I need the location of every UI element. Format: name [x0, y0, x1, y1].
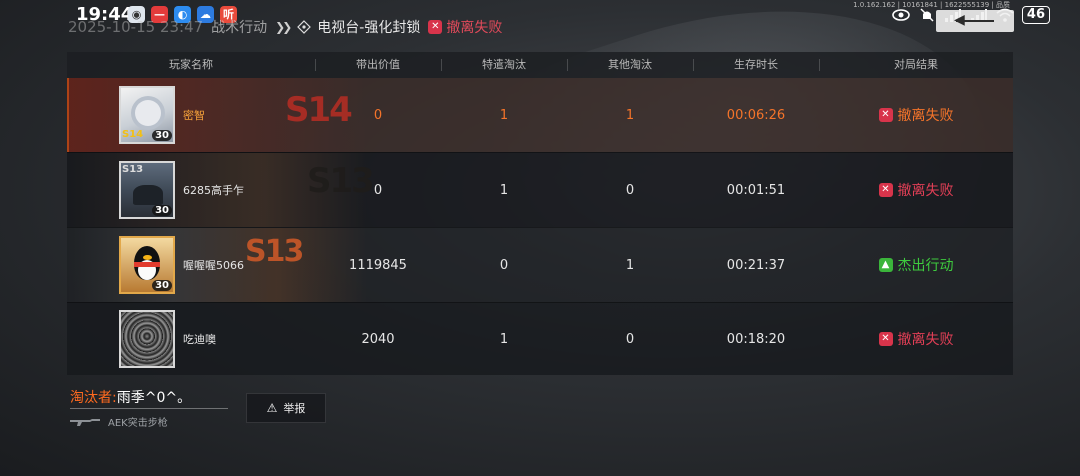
player-cell: 吃迪噢 [67, 303, 315, 375]
special-kills: 1 [499, 331, 509, 347]
result-text: 撤离失败 [897, 108, 954, 124]
header-survival-time: 生存时长 [693, 52, 819, 78]
header-player-name: 玩家名称 [169, 58, 213, 71]
other-kills: 1 [625, 257, 635, 273]
chevron-right-icon: ❯❯ [275, 20, 292, 34]
level-badge: 30 [152, 130, 172, 141]
result-text: 杰出行动 [897, 258, 954, 274]
success-icon: ▲ [878, 258, 893, 272]
result-text: 撤离失败 [897, 332, 954, 348]
player-cell: S13 30 6285高手乍 [67, 153, 315, 227]
other-kills: 1 [625, 107, 635, 123]
special-kills: 1 [499, 182, 509, 198]
player-name: 喔喔喔5066 [183, 259, 244, 272]
breadcrumb: 2025-10-15 23:47 战术行动 ❯❯ 电视台-强化封锁 ✕ 撤离失败 [68, 16, 502, 38]
report-button[interactable]: ⚠ 举报 [246, 393, 326, 423]
match-mode: 战术行动 [211, 20, 268, 36]
table-header: 玩家名称 带出价值 特遣淘汰 其他淘汰 生存时长 对局结果 [67, 52, 1013, 78]
extracted-value: 0 [373, 107, 383, 123]
extracted-value: 1119845 [349, 257, 407, 273]
other-kills: 0 [625, 331, 635, 347]
level-badge: 30 [152, 280, 172, 291]
player-name: 吃迪噢 [183, 333, 216, 346]
survival-time: 00:18:20 [726, 331, 786, 347]
fail-icon: ✕ [878, 183, 893, 197]
killer-info: 淘汰者:雨季^0^。 [70, 387, 191, 407]
avatar[interactable]: 30 [119, 236, 175, 294]
report-label: 举报 [283, 402, 306, 415]
weapon-name: AEK突击步枪 [108, 418, 168, 429]
match-result-text: 撤离失败 [446, 20, 503, 36]
result-cell: ✕ 撤离失败 [819, 105, 1013, 125]
match-results-table: 玩家名称 带出价值 特遣淘汰 其他淘汰 生存时长 对局结果 S14 S14 30… [67, 52, 1013, 375]
map-label: 电视台-强化封锁 [297, 17, 420, 37]
header-match-result: 对局结果 [819, 52, 1013, 78]
player-cell: S14 30 密智 [67, 78, 315, 152]
mute-bell-icon [920, 8, 934, 22]
player-name: 6285高手乍 [183, 184, 244, 197]
battery-indicator: 46 [1021, 6, 1050, 24]
result-cell: ✕ 撤离失败 [819, 180, 1013, 200]
avatar[interactable] [119, 310, 175, 368]
fail-icon: ✕ [878, 108, 893, 122]
header-special-kills: 特遣淘汰 [441, 52, 567, 78]
extracted-value: 2040 [361, 331, 395, 347]
player-name: 密智 [183, 109, 205, 122]
season-badge: S14 [122, 129, 144, 140]
result-text: 撤离失败 [897, 183, 954, 199]
table-row[interactable]: 吃迪噢 2040 1 0 00:18:20 ✕ 撤离失败 [67, 302, 1013, 375]
killer-weapon: AEK突击步枪 [70, 414, 168, 429]
match-result: ✕ 撤离失败 [428, 17, 502, 37]
other-kills: 0 [625, 182, 635, 198]
season-badge: S13 [122, 164, 144, 175]
table-row[interactable]: S13 S13 30 6285高手乍 0 1 0 00:01:51 ✕ 撤离失败 [67, 152, 1013, 227]
survival-time: 00:21:37 [726, 257, 786, 273]
avatar[interactable]: S13 30 [119, 161, 175, 219]
warning-icon: ⚠ [266, 401, 278, 415]
diamond-target-icon [297, 20, 312, 34]
extracted-value: 0 [373, 182, 383, 198]
fail-icon: ✕ [428, 20, 443, 34]
table-row[interactable]: S13 30 喔喔喔5066 1119845 0 1 00:21:37 ▲ 杰出… [67, 227, 1013, 302]
result-cell: ✕ 撤离失败 [819, 329, 1013, 349]
player-cell: 30 喔喔喔5066 [67, 228, 315, 302]
eye-icon [892, 9, 910, 21]
header-extracted-value: 带出价值 [315, 52, 441, 78]
special-kills: 0 [499, 257, 509, 273]
back-button[interactable]: ◀ [936, 10, 1014, 32]
survival-time: 00:01:51 [726, 182, 786, 198]
table-row[interactable]: S14 S14 30 密智 0 1 1 00:06:26 ✕ 撤离失败 [67, 78, 1013, 152]
map-name: 电视台-强化封锁 [317, 20, 421, 36]
match-datetime: 2025-10-15 23:47 [68, 18, 204, 36]
divider [70, 408, 228, 409]
rifle-icon [70, 418, 100, 426]
special-kills: 1 [499, 107, 509, 123]
result-cell: ▲ 杰出行动 [819, 255, 1013, 275]
header-other-kills: 其他淘汰 [567, 52, 693, 78]
fail-icon: ✕ [878, 332, 893, 346]
killer-name: 雨季^0^。 [116, 390, 192, 406]
survival-time: 00:06:26 [726, 107, 786, 123]
avatar[interactable]: S14 30 [119, 86, 175, 144]
level-badge: 30 [152, 205, 172, 216]
killer-label: 淘汰者: [70, 390, 117, 406]
